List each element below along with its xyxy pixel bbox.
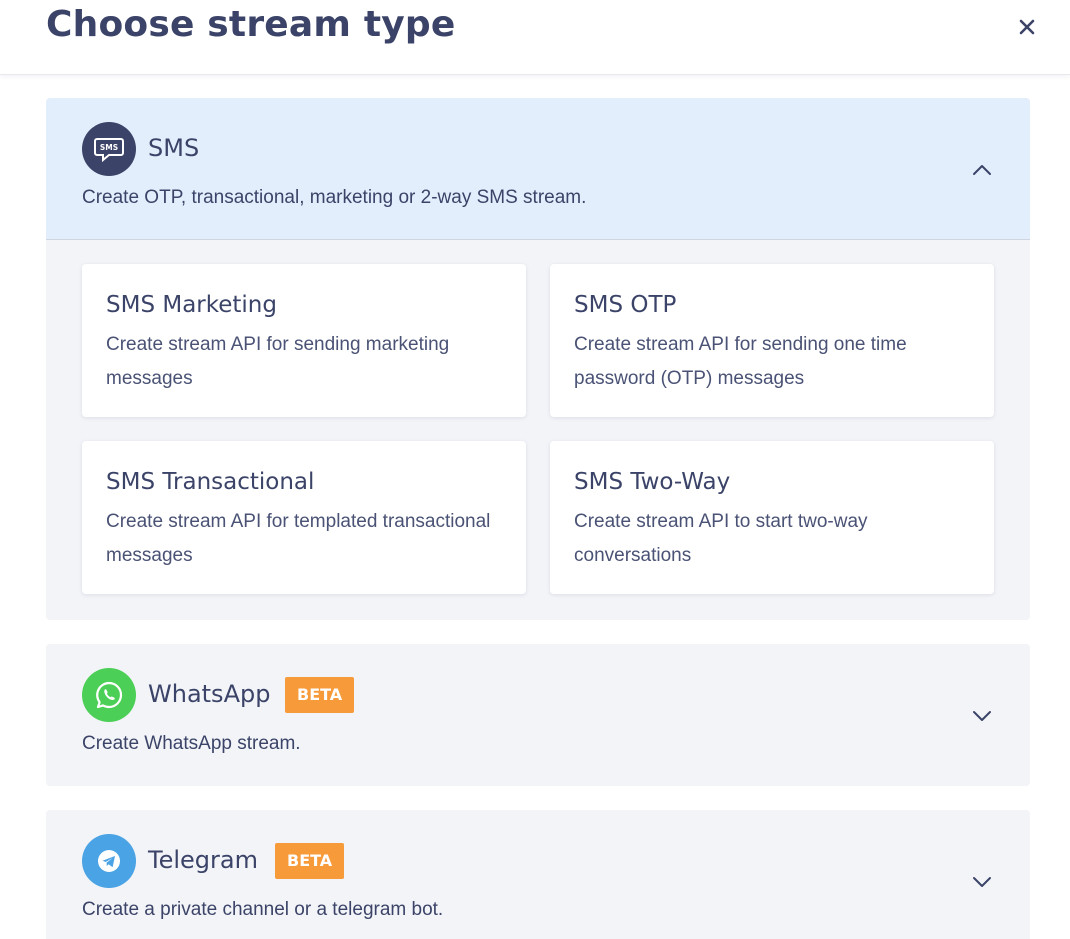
option-description: Create stream API for templated transact… xyxy=(106,511,491,566)
section-sms-header[interactable]: SMS SMS Create OTP, transactional, marke… xyxy=(46,98,1030,240)
telegram-icon xyxy=(82,834,136,888)
section-sms: SMS SMS Create OTP, transactional, marke… xyxy=(46,98,1030,620)
option-title: SMS Marketing xyxy=(106,292,277,318)
option-sms-otp[interactable]: SMS OTP Create stream API for sending on… xyxy=(550,264,994,417)
chevron-down-icon xyxy=(973,877,991,887)
section-whatsapp-header[interactable]: WhatsApp BETA Create WhatsApp stream. xyxy=(46,644,1030,786)
option-description: Create stream API for sending one time p… xyxy=(574,334,907,389)
option-description: Create stream API for sending marketing … xyxy=(106,334,450,389)
section-whatsapp[interactable]: WhatsApp BETA Create WhatsApp stream. xyxy=(46,644,1030,786)
sms-options-grid: SMS Marketing Create stream API for send… xyxy=(46,240,1030,619)
svg-text:SMS: SMS xyxy=(100,143,118,152)
section-whatsapp-description: Create WhatsApp stream. xyxy=(82,733,301,754)
expand-button[interactable] xyxy=(968,702,996,730)
dialog-title: Choose stream type xyxy=(46,4,456,45)
option-sms-marketing[interactable]: SMS Marketing Create stream API for send… xyxy=(82,264,526,417)
chevron-up-icon xyxy=(973,165,991,175)
beta-badge: BETA xyxy=(275,843,345,879)
sms-chat-icon: SMS xyxy=(82,122,136,176)
expand-button[interactable] xyxy=(968,868,996,896)
section-sms-title: SMS xyxy=(148,134,200,162)
section-telegram[interactable]: Telegram BETA Create a private channel o… xyxy=(46,810,1030,939)
section-telegram-header[interactable]: Telegram BETA Create a private channel o… xyxy=(46,810,1030,939)
option-title: SMS Two-Way xyxy=(574,469,731,495)
section-telegram-description: Create a private channel or a telegram b… xyxy=(82,899,444,920)
option-description: Create stream API to start two-way conve… xyxy=(574,511,868,566)
option-title: SMS OTP xyxy=(574,292,677,318)
chevron-down-icon xyxy=(973,711,991,721)
section-sms-description: Create OTP, transactional, marketing or … xyxy=(82,187,587,208)
section-whatsapp-title: WhatsApp xyxy=(148,680,271,708)
option-sms-transactional[interactable]: SMS Transactional Create stream API for … xyxy=(82,441,526,594)
option-sms-two-way[interactable]: SMS Two-Way Create stream API to start t… xyxy=(550,441,994,594)
close-icon xyxy=(1019,19,1035,35)
section-telegram-title: Telegram xyxy=(148,846,258,874)
close-button[interactable] xyxy=(1012,12,1042,42)
collapse-button[interactable] xyxy=(968,156,996,184)
beta-badge: BETA xyxy=(285,677,355,713)
dialog-header: Choose stream type xyxy=(0,0,1070,75)
option-title: SMS Transactional xyxy=(106,469,315,495)
whatsapp-icon xyxy=(82,668,136,722)
